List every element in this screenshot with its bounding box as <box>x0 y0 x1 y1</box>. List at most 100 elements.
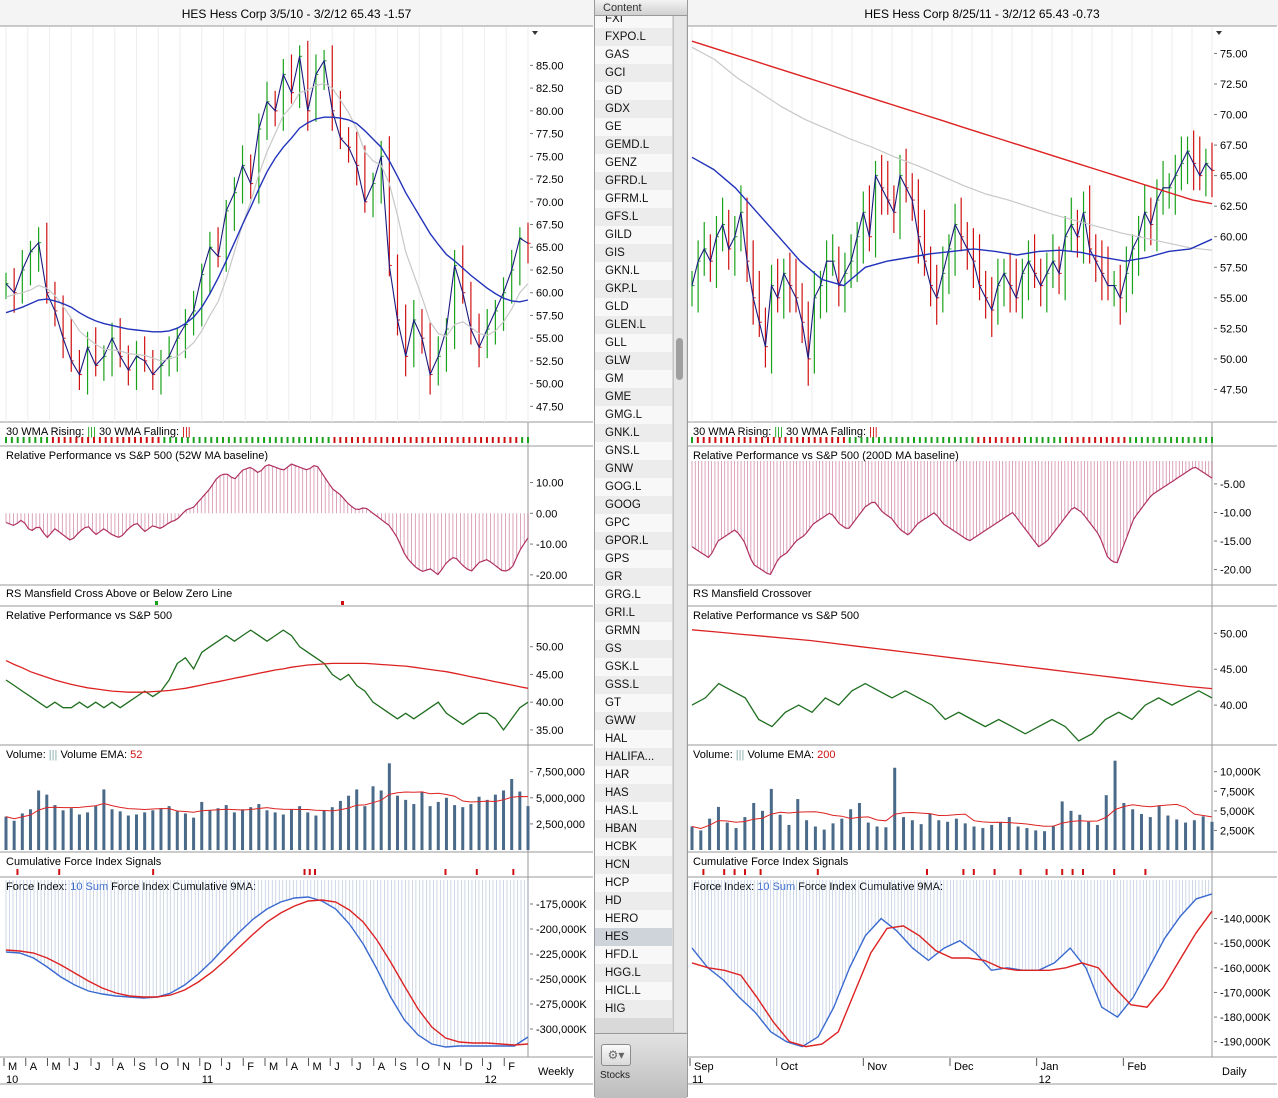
volume-bar <box>1060 801 1064 850</box>
symbol-list-item[interactable]: HALIFA... <box>595 748 672 766</box>
header-range: 3/5/10 - 3/2/12 <box>270 7 348 21</box>
symbol-list-item[interactable]: GT <box>595 694 672 712</box>
wma-tick <box>860 437 863 443</box>
symbol-list-item[interactable]: HAS.L <box>595 802 672 820</box>
volume-bar <box>338 800 342 850</box>
symbol-list-item[interactable]: GILD <box>595 226 672 244</box>
symbol-list-item[interactable]: GRMN <box>595 622 672 640</box>
wma-tick <box>778 437 781 443</box>
header-change: -0.73 <box>1072 7 1100 21</box>
volume-bar <box>1175 819 1179 850</box>
symbol-list-item[interactable]: HFD.L <box>595 946 672 964</box>
symbol-list-item[interactable]: GCI <box>595 64 672 82</box>
symbol-list-item[interactable]: GMG.L <box>595 406 672 424</box>
symbol-list-item[interactable]: HD <box>595 892 672 910</box>
symbol-list-item[interactable]: HCBK <box>595 838 672 856</box>
symbol-list-item[interactable]: GSS.L <box>595 676 672 694</box>
symbol-list-item[interactable]: GM <box>595 370 672 388</box>
symbol-list-item[interactable]: GPS <box>595 550 672 568</box>
symbol-list-item[interactable]: GFS.L <box>595 208 672 226</box>
symbol-list-item[interactable]: GIS <box>595 244 672 262</box>
symbol-list-item[interactable]: GNK.L <box>595 424 672 442</box>
symbol-list-item[interactable]: HAS <box>595 784 672 802</box>
right-chart-header: HES Hess Corp 8/25/11 - 3/2/12 65.43 -0.… <box>864 7 1100 21</box>
volume-bar <box>1192 820 1196 850</box>
symbol-list-item[interactable]: GNW <box>595 460 672 478</box>
symbol-list-item[interactable]: GKN.L <box>595 262 672 280</box>
x-month-label: J <box>226 1061 232 1073</box>
symbol-list-item[interactable]: GKP.L <box>595 280 672 298</box>
wma-tick <box>22 437 25 443</box>
symbol-list-item[interactable]: GRI.L <box>595 604 672 622</box>
symbol-list-item[interactable]: GLL <box>595 334 672 352</box>
symbol-list-item[interactable]: GFRD.L <box>595 172 672 190</box>
scrollbar-thumb[interactable] <box>676 338 683 380</box>
symbol-list-item[interactable]: GPC <box>595 514 672 532</box>
symbol-list-item[interactable]: HCN <box>595 856 672 874</box>
symbol-list-item[interactable]: GLD <box>595 298 672 316</box>
volume-axis-label: 10,000K <box>1220 767 1262 779</box>
symbol-list-item[interactable]: GDX <box>595 100 672 118</box>
wma-tick <box>57 437 60 443</box>
wma-tick <box>433 437 436 443</box>
volume-bar <box>1201 816 1205 850</box>
symbol-list-item[interactable]: GS <box>595 640 672 658</box>
wma-tick <box>151 437 154 443</box>
wma-tick <box>380 437 383 443</box>
symbol-list-item[interactable]: GR <box>595 568 672 586</box>
symbol-list-item[interactable]: GNS.L <box>595 442 672 460</box>
symbol-list-item[interactable]: GWW <box>595 712 672 730</box>
symbol-list-item[interactable]: GENZ <box>595 154 672 172</box>
symbol-list-item[interactable]: FXPO.L <box>595 28 672 46</box>
wma-tick <box>1123 437 1126 443</box>
volume-bar <box>866 822 870 850</box>
volume-bar <box>884 827 888 850</box>
symbol-list-item[interactable]: GLW <box>595 352 672 370</box>
cfi-signal <box>972 869 975 875</box>
symbol-list-header[interactable]: Content <box>595 0 687 16</box>
price-axis-label: 65.00 <box>536 242 564 254</box>
symbol-list-item[interactable]: GPOR.L <box>595 532 672 550</box>
wma-tick <box>1187 437 1190 443</box>
symbol-list-item[interactable]: HGG.L <box>595 964 672 982</box>
symbol-list-item[interactable]: HAL <box>595 730 672 748</box>
price-axis-label: 62.50 <box>536 265 564 277</box>
symbol-list-item[interactable]: HBAN <box>595 820 672 838</box>
symbol-list-item[interactable]: HERO <box>595 910 672 928</box>
symbol-list-item[interactable]: GEMD.L <box>595 136 672 154</box>
symbol-list-item[interactable]: GOOG <box>595 496 672 514</box>
symbol-list-item[interactable]: HICL.L <box>595 982 672 1000</box>
symbol-list-item[interactable]: HIG <box>595 1000 672 1018</box>
x-month-label: D <box>465 1061 473 1073</box>
symbol-list-item[interactable]: GRG.L <box>595 586 672 604</box>
symbol-list-item[interactable]: GOG.L <box>595 478 672 496</box>
wma-tick <box>268 437 271 443</box>
symbol-list-item[interactable]: HCP <box>595 874 672 892</box>
symbol-list-item[interactable]: GFRM.L <box>595 190 672 208</box>
volume-bar <box>249 807 253 850</box>
symbol-list-scrollbar[interactable] <box>673 16 686 1032</box>
volume-bar <box>314 815 318 850</box>
symbol-list-item[interactable]: HES <box>595 928 672 946</box>
volume-bar <box>273 812 277 850</box>
gear-icon[interactable]: ⚙▾ <box>601 1044 631 1066</box>
symbol-list-item[interactable]: HAR <box>595 766 672 784</box>
wma-tick <box>702 437 705 443</box>
volume-bar <box>1113 760 1117 850</box>
symbol-list-item[interactable]: GSK.L <box>595 658 672 676</box>
symbol-list-item[interactable]: GD <box>595 82 672 100</box>
symbol-list-item[interactable]: GLEN.L <box>595 316 672 334</box>
wma-tick <box>877 437 880 443</box>
volume-legend: Volume: ||| Volume EMA: 52 <box>6 749 142 761</box>
volume-bar <box>363 806 367 850</box>
wma-tick <box>1129 437 1132 443</box>
wma-tick <box>462 437 465 443</box>
wma-tick <box>368 437 371 443</box>
wma-tick <box>92 437 95 443</box>
symbol-list-item[interactable]: GME <box>595 388 672 406</box>
symbol-list-item[interactable]: GE <box>595 118 672 136</box>
symbol-list-item[interactable]: GAS <box>595 46 672 64</box>
wma-tick <box>304 437 307 443</box>
wma-tick <box>691 437 693 443</box>
wma-tick <box>1053 437 1056 443</box>
